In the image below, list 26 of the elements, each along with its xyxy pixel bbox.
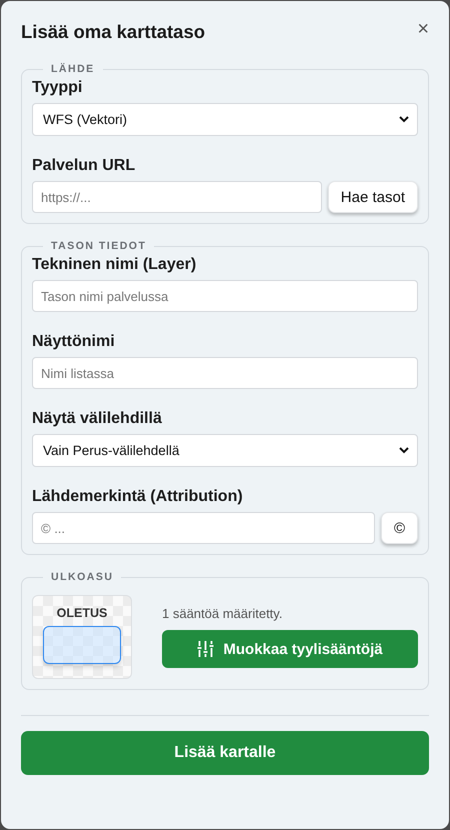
section-legend: ULKOASU <box>43 571 122 583</box>
action-button[interactable]: © <box>380 512 418 544</box>
action-button[interactable]: Hae tasot <box>328 181 418 213</box>
field-label: Palvelun URL <box>32 157 136 175</box>
input-field[interactable]: https://... <box>32 181 322 213</box>
chevron-icon <box>399 116 409 123</box>
input-field[interactable]: Tason nimi palvelussa <box>32 280 418 312</box>
preview-label: OLETUS <box>56 606 108 620</box>
rules-count: 1 sääntöä määritetty. <box>162 606 282 621</box>
input-field[interactable]: © ... <box>32 512 375 544</box>
input-field[interactable]: Nimi listassa <box>32 357 418 389</box>
field-label: Lähdemerkintä (Attribution) <box>32 488 243 506</box>
field-label: Näytä välilehdillä <box>32 410 162 428</box>
close-button[interactable]: × <box>417 21 429 37</box>
sliders-icon <box>197 641 214 657</box>
chevron-icon <box>399 447 409 454</box>
field-label: Näyttönimi <box>32 333 115 351</box>
section-legend: TASON TIEDOT <box>43 240 154 252</box>
dropdown[interactable]: WFS (Vektori) <box>32 103 418 136</box>
field-label: Tyyppi <box>32 79 82 97</box>
add-to-map-button[interactable]: Lisää kartalle <box>21 731 429 775</box>
field-label: Tekninen nimi (Layer) <box>32 256 196 274</box>
dialog-title: Lisää oma karttataso <box>21 21 206 43</box>
section-legend: LÄHDE <box>43 63 103 75</box>
dropdown[interactable]: Vain Perus-välilehdellä <box>32 434 418 467</box>
edit-styles-button[interactable]: Muokkaa tyylisääntöjä <box>162 630 418 668</box>
